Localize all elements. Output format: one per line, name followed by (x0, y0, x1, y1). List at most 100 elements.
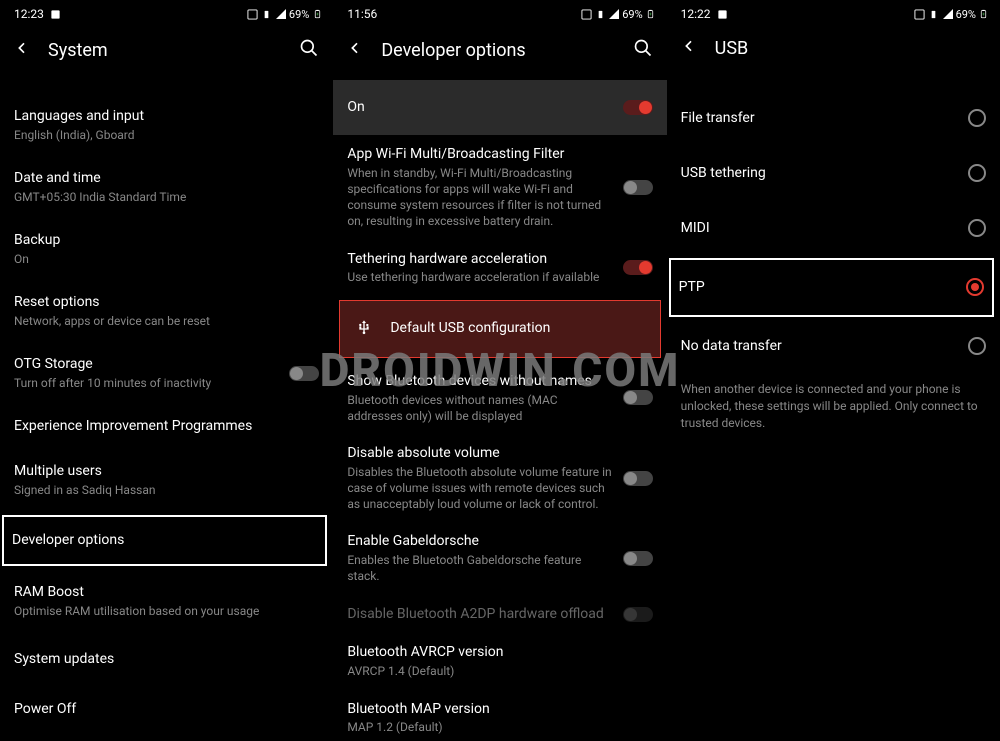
item-title: Enable Gabeldorsche (347, 532, 614, 551)
item-a2dp-offload: Disable Bluetooth A2DP hardware offload (333, 595, 666, 634)
item-title: OTG Storage (14, 355, 281, 374)
item-title: No data transfer (681, 337, 960, 356)
system-panel: 12:23 69% System Languages and input Eng… (0, 0, 333, 741)
battery-icon (645, 8, 657, 20)
back-icon[interactable] (347, 40, 363, 61)
radio-button[interactable] (966, 278, 984, 296)
radio-midi[interactable]: MIDI (667, 201, 1000, 256)
nfc-icon (914, 8, 926, 20)
item-title: Backup (14, 231, 319, 250)
back-icon[interactable] (14, 40, 30, 61)
item-title: Reset options (14, 293, 319, 312)
item-dev-on[interactable]: On (333, 80, 666, 135)
item-title: Bluetooth AVRCP version (347, 643, 652, 662)
radio-button[interactable] (968, 219, 986, 237)
item-title: File transfer (681, 109, 960, 128)
item-experience-programmes[interactable]: Experience Improvement Programmes (0, 404, 333, 449)
item-title: Languages and input (14, 107, 319, 126)
battery-percent: 69% (289, 8, 309, 21)
item-sub: MAP 1.2 (Default) (347, 719, 652, 735)
page-title: USB (715, 38, 986, 59)
radio-usb-tethering[interactable]: USB tethering (667, 146, 1000, 201)
signal-icon (942, 8, 954, 20)
item-date-time[interactable]: Date and time GMT+05:30 India Standard T… (0, 156, 333, 218)
item-title: Disable absolute volume (347, 444, 614, 463)
item-ram-boost[interactable]: RAM Boost Optimise RAM utilisation based… (0, 570, 333, 632)
radio-button[interactable] (968, 164, 986, 182)
otg-toggle[interactable] (289, 366, 319, 381)
item-sub: When in standby, Wi-Fi Multi/Broadcastin… (347, 165, 614, 230)
item-sub: Disables the Bluetooth absolute volume f… (347, 464, 614, 513)
status-bar: 12:22 69% (667, 0, 1000, 24)
radio-button[interactable] (968, 109, 986, 127)
dev-on-toggle[interactable] (623, 100, 653, 115)
item-title: System updates (14, 650, 319, 669)
vibrate-icon (928, 8, 940, 20)
battery-icon (311, 8, 323, 20)
item-avrcp-version[interactable]: Bluetooth AVRCP version AVRCP 1.4 (Defau… (333, 633, 666, 689)
battery-percent: 69% (622, 8, 642, 21)
item-sub: On (14, 251, 319, 267)
item-map-version[interactable]: Bluetooth MAP version MAP 1.2 (Default) (333, 690, 666, 741)
item-sub: Optimise RAM utilisation based on your u… (14, 603, 319, 619)
item-default-usb-config[interactable]: Default USB configuration (339, 300, 660, 358)
tether-accel-toggle[interactable] (623, 260, 653, 275)
nfc-icon (580, 8, 592, 20)
wifi-filter-toggle[interactable] (623, 180, 653, 195)
item-backup[interactable]: Backup On (0, 218, 333, 280)
item-sub: Enables the Bluetooth Gabeldorsche featu… (347, 552, 614, 584)
item-tethering-accel[interactable]: Tethering hardware acceleration Use teth… (333, 240, 666, 296)
usb-footer-note: When another device is connected and you… (667, 373, 1000, 439)
header: Developer options (333, 24, 666, 80)
item-title: RAM Boost (14, 583, 319, 602)
item-sub: Network, apps or device can be reset (14, 313, 319, 329)
item-sub: GMT+05:30 India Standard Time (14, 189, 319, 205)
item-languages[interactable]: Languages and input English (India), Gbo… (0, 94, 333, 156)
item-developer-options[interactable]: Developer options (2, 515, 327, 566)
item-gabeldorsche[interactable]: Enable Gabeldorsche Enables the Bluetoot… (333, 522, 666, 594)
item-disable-abs-volume[interactable]: Disable absolute volume Disables the Blu… (333, 434, 666, 522)
bt-names-toggle[interactable] (623, 390, 653, 405)
status-time: 12:23 (14, 7, 44, 21)
radio-ptp[interactable]: PTP (669, 258, 994, 317)
item-wifi-filter[interactable]: App Wi-Fi Multi/Broadcasting Filter When… (333, 135, 666, 240)
settings-list: Languages and input English (India), Gbo… (0, 80, 333, 741)
developer-options-panel: 11:56 69% Developer options On App Wi-Fi… (333, 0, 666, 741)
abs-volume-toggle[interactable] (623, 471, 653, 486)
usb-panel: 12:22 69% USB File transfer USB (667, 0, 1000, 741)
item-title: PTP (679, 278, 958, 297)
item-title: Bluetooth MAP version (347, 700, 652, 719)
page-title: System (48, 40, 281, 61)
radio-file-transfer[interactable]: File transfer (667, 91, 1000, 146)
item-title: Tethering hardware acceleration (347, 250, 614, 269)
status-bar: 11:56 69% (333, 0, 666, 24)
item-title: USB tethering (681, 164, 960, 183)
item-bt-without-names[interactable]: Show Bluetooth devices without names Blu… (333, 362, 666, 434)
item-power-off[interactable]: Power Off (0, 687, 333, 732)
item-otg-storage[interactable]: OTG Storage Turn off after 10 minutes of… (0, 342, 333, 404)
radio-no-data-transfer[interactable]: No data transfer (667, 319, 1000, 374)
a2dp-toggle (623, 607, 653, 622)
usb-icon (356, 319, 372, 339)
radio-button[interactable] (968, 337, 986, 355)
item-sub: Signed in as Sadiq Hassan (14, 482, 319, 498)
status-time: 11:56 (347, 7, 377, 21)
item-sub: English (India), Gboard (14, 127, 319, 143)
header: System (0, 24, 333, 80)
status-bar: 12:23 69% (0, 0, 333, 24)
item-title: Experience Improvement Programmes (14, 417, 319, 436)
back-icon[interactable] (681, 38, 697, 59)
item-sub: Use tethering hardware acceleration if a… (347, 269, 614, 285)
battery-icon (978, 8, 990, 20)
search-icon[interactable] (299, 38, 319, 62)
search-icon[interactable] (633, 38, 653, 62)
item-reset-options[interactable]: Reset options Network, apps or device ca… (0, 280, 333, 342)
item-system-updates[interactable]: System updates (0, 632, 333, 687)
usb-options-list: File transfer USB tethering MIDI PTP No … (667, 77, 1000, 741)
item-title: MIDI (681, 219, 960, 238)
item-title: Disable Bluetooth A2DP hardware offload (347, 605, 614, 624)
gabel-toggle[interactable] (623, 551, 653, 566)
signal-icon (275, 8, 287, 20)
item-sub: Turn off after 10 minutes of inactivity (14, 375, 281, 391)
item-multiple-users[interactable]: Multiple users Signed in as Sadiq Hassan (0, 449, 333, 511)
